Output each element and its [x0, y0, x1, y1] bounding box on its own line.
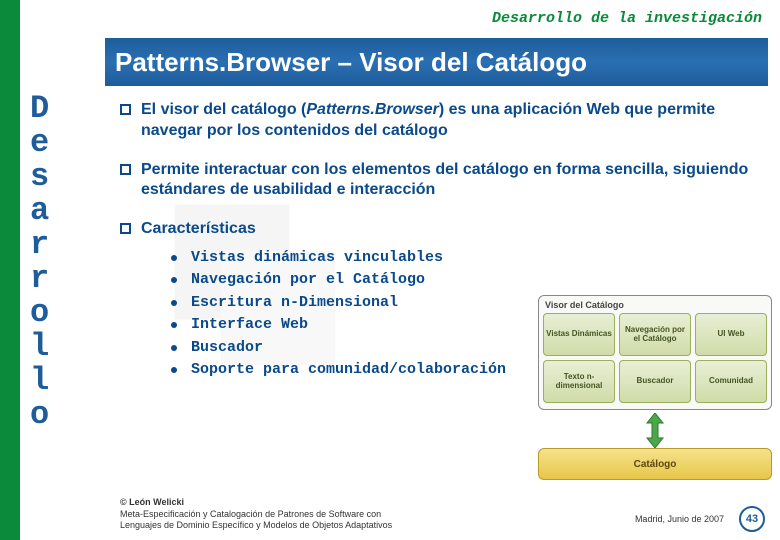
bullet-square-icon [120, 104, 131, 115]
dot-icon [171, 255, 177, 261]
sidebar-letter: e [30, 126, 90, 160]
footer: © León Welicki Meta-Especificación y Cat… [120, 497, 765, 532]
dot-icon [171, 300, 177, 306]
sidebar-letter: o [30, 296, 90, 330]
bullet-square-icon [120, 164, 131, 175]
diagram-cell: Comunidad [695, 360, 767, 403]
text-span: El visor del catálogo ( [141, 101, 306, 118]
sublist-text: Vistas dinámicas vinculables [191, 248, 443, 268]
footer-line: Meta-Especificación y Catalogación de Pa… [120, 509, 392, 521]
page-number-badge: 43 [739, 506, 765, 532]
sublist-text: Escritura n-Dimensional [191, 293, 398, 313]
sidebar-letter: o [30, 398, 90, 432]
diagram: Visor del Catálogo Vistas Dinámicas Nave… [538, 295, 772, 480]
diagram-cell: Buscador [619, 360, 691, 403]
footer-line: Lenguajes de Dominio Específico y Modelo… [120, 520, 392, 532]
double-arrow-icon [645, 413, 665, 448]
sidebar: D e s a r r o l l o [0, 0, 95, 540]
bullet-item: Permite interactuar con los elementos de… [120, 160, 765, 202]
title-bar: Patterns.Browser – Visor del Catálogo [105, 38, 768, 86]
location-date: Madrid, Junio de 2007 [635, 514, 724, 524]
footer-left: © León Welicki Meta-Especificación y Cat… [120, 497, 392, 532]
sidebar-letter: l [30, 330, 90, 364]
sidebar-letter: D [30, 92, 90, 126]
dot-icon [171, 322, 177, 328]
bullet-text: Permite interactuar con los elementos de… [141, 160, 765, 202]
sidebar-letter: s [30, 160, 90, 194]
diagram-cell: Navegación por el Catálogo [619, 313, 691, 356]
sidebar-letter: r [30, 228, 90, 262]
bullet-item: El visor del catálogo (Patterns.Browser)… [120, 100, 765, 142]
copyright: © León Welicki [120, 497, 392, 509]
diagram-cell: UI Web [695, 313, 767, 356]
sidebar-letter: a [30, 194, 90, 228]
diagram-title: Visor del Catálogo [543, 300, 767, 310]
sublist-item: Vistas dinámicas vinculables [171, 248, 765, 268]
sublist-item: Navegación por el Catálogo [171, 270, 765, 290]
sidebar-word: D e s a r r o l l o [30, 92, 90, 432]
sidebar-stripe [0, 0, 20, 540]
text-span: Características [141, 220, 256, 237]
sidebar-letter: r [30, 262, 90, 296]
sublist-text: Interface Web [191, 315, 308, 335]
sublist-text: Navegación por el Catálogo [191, 270, 425, 290]
dot-icon [171, 345, 177, 351]
diagram-bottom-box: Catálogo [538, 448, 772, 480]
diagram-group-box: Visor del Catálogo Vistas Dinámicas Nave… [538, 295, 772, 410]
breadcrumb: Desarrollo de la investigación [0, 10, 770, 27]
bullet-square-icon [120, 223, 131, 234]
sublist-text: Buscador [191, 338, 263, 358]
footer-right: Madrid, Junio de 2007 43 [635, 506, 765, 532]
diagram-cell: Texto n-dimensional [543, 360, 615, 403]
dot-icon [171, 367, 177, 373]
diagram-cell: Vistas Dinámicas [543, 313, 615, 356]
italic-term: Patterns.Browser [306, 101, 439, 118]
page-title: Patterns.Browser – Visor del Catálogo [115, 47, 587, 78]
bullet-text: El visor del catálogo (Patterns.Browser)… [141, 100, 765, 142]
sidebar-letter: l [30, 364, 90, 398]
sublist-text: Soporte para comunidad/colaboración [191, 360, 506, 380]
diagram-grid: Vistas Dinámicas Navegación por el Catál… [543, 313, 767, 403]
dot-icon [171, 277, 177, 283]
